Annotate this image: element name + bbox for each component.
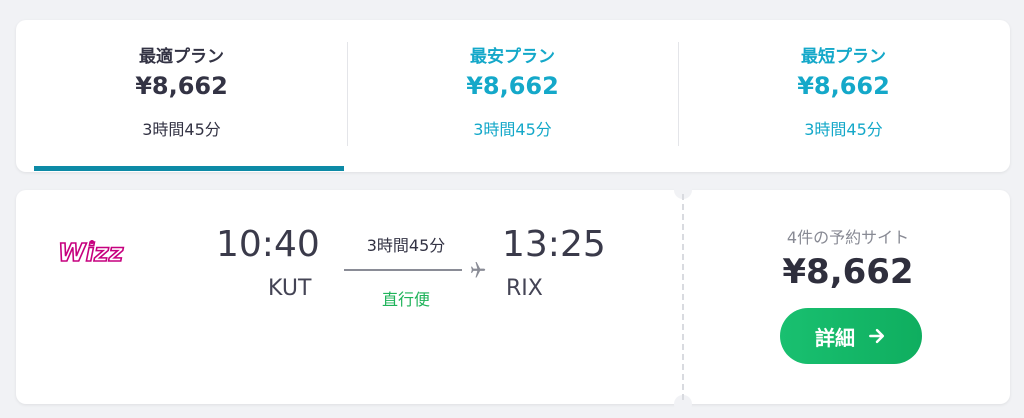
- route-line: [344, 269, 462, 271]
- departure-time: 10:40: [216, 224, 320, 265]
- tab-price: ¥8,662: [797, 72, 890, 100]
- tab-price: ¥8,662: [466, 72, 559, 100]
- stops-label: 直行便: [381, 290, 430, 309]
- arrow-right-icon: [869, 328, 885, 344]
- tab-label: 最適プラン: [139, 47, 224, 67]
- details-button[interactable]: 詳細: [780, 308, 922, 364]
- tab-duration: 3時間45分: [142, 120, 221, 139]
- tab-duration: 3時間45分: [804, 120, 883, 139]
- ticket-divider: [682, 194, 684, 400]
- plan-tabs: 最適プラン ¥8,662 3時間45分 最安プラン ¥8,662 3時間45分 …: [16, 20, 1010, 172]
- tab-label: 最短プラン: [801, 47, 886, 67]
- flight-duration: 3時間45分: [366, 236, 446, 255]
- tab-best-plan[interactable]: 最適プラン ¥8,662 3時間45分: [16, 20, 347, 172]
- tab-duration: 3時間45分: [473, 120, 552, 139]
- tab-shortest-plan[interactable]: 最短プラン ¥8,662 3時間45分: [678, 20, 1009, 172]
- tab-price: ¥8,662: [135, 72, 228, 100]
- plane-icon: [471, 262, 486, 278]
- selected-tab-indicator: [34, 166, 344, 171]
- price: ¥8,662: [782, 252, 914, 292]
- flight-result-card[interactable]: Wizz 10:40 KUT 3時間45分 直行便 13:25 RIX 4件の予…: [16, 181, 1010, 413]
- arrival-time: 13:25: [502, 224, 606, 265]
- details-button-label: 詳細: [815, 325, 855, 350]
- airline-logo: Wizz: [57, 237, 124, 268]
- booking-site-count: 4件の予約サイト: [786, 228, 910, 247]
- arrival-airport: RIX: [506, 276, 543, 301]
- departure-airport: KUT: [268, 276, 312, 301]
- tab-label: 最安プラン: [470, 47, 555, 67]
- tab-cheapest-plan[interactable]: 最安プラン ¥8,662 3時間45分: [347, 20, 678, 172]
